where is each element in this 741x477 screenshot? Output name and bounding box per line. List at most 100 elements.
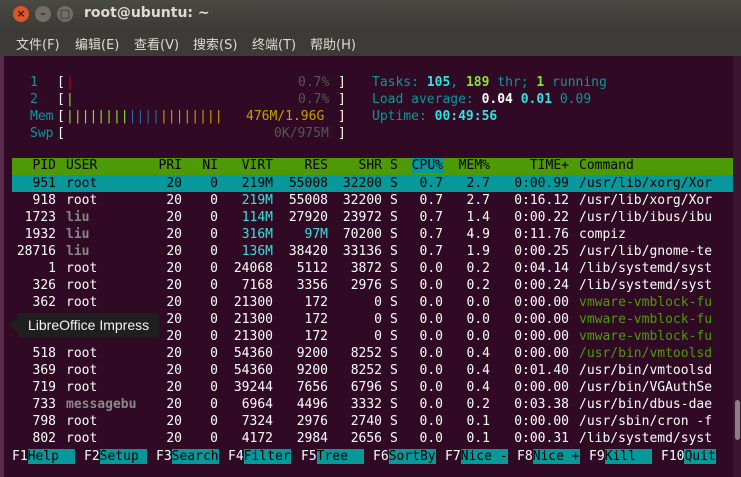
res-cell: 97M — [304, 227, 328, 242]
mem-cell: 2.7 — [466, 193, 490, 208]
menu-help[interactable]: 帮助(H) — [310, 34, 356, 53]
fkey-f8[interactable]: F8Nice + — [517, 448, 580, 465]
fkey-label: Help — [27, 449, 75, 464]
ni-cell: 0 — [210, 176, 218, 191]
state-cell: S — [390, 193, 398, 208]
menu-view[interactable]: 查看(V) — [134, 34, 179, 53]
terminal-area[interactable]: 1 [ | 0.7% ] 2 [ | 0.7% ] Mem [ ||||||||… — [0, 56, 733, 477]
window-titlebar: × – □ root@ubuntu: ~ — [0, 0, 741, 28]
shr-cell: 0 — [374, 329, 382, 344]
cpu2-value: 0.7% — [298, 92, 330, 107]
process-row[interactable]: 1723 liu 20 0 114M 27920 23972 S 0.7 1.4 0:00.22/u… — [12, 209, 733, 226]
process-row[interactable]: 719 root 20 0 39244 7656 6796 S 0.0 0.4 0:00.00/us… — [12, 379, 733, 396]
time-cell: 0:00.00 — [514, 312, 569, 327]
fkey-f1[interactable]: F1Help — [12, 448, 75, 465]
fkey-f5[interactable]: F5Tree — [301, 448, 364, 465]
cpu-cell: 0.0 — [419, 295, 443, 310]
menu-edit[interactable]: 编辑(E) — [75, 34, 119, 53]
time-cell: 0:11.76 — [514, 227, 569, 242]
process-row[interactable]: 798 root 20 0 7324 2976 2740 S 0.0 0.1 0:00.00/usr… — [12, 413, 733, 430]
pid-cell: 798 — [32, 414, 56, 429]
res-cell: 9200 — [296, 346, 328, 361]
menubar: 文件(F) 编辑(E) 查看(V) 搜索(S) 终端(T) 帮助(H) — [0, 28, 741, 56]
command-cell: /usr/bin/vmtoolsd — [579, 363, 713, 378]
fkey-f7[interactable]: F7Nice - — [445, 448, 508, 465]
fkey-f2[interactable]: F2Setup — [84, 448, 147, 465]
process-row[interactable]: 1932 liu 20 0 316M 97M 70200 S 0.7 4.9 0:11.76 comp… — [12, 226, 733, 243]
process-row[interactable]: 733 messagebu 20 0 6964 4496 3332 S 0.0 0.2 0:03.3… — [12, 396, 733, 413]
pid-cell: 1723 — [24, 210, 56, 225]
shr-cell: 0 — [374, 312, 382, 327]
swp-label: Swp — [30, 126, 54, 141]
process-row[interactable]: 802 root 20 0 4172 2984 2656 S 0.0 0.1 0:00.31/lib… — [12, 430, 733, 447]
process-row[interactable]: 1 root 20 0 24068 5112 3872 S 0.0 0.2 0:04.14/lib/… — [12, 260, 733, 277]
process-row[interactable]: 518 root 20 0 54360 9200 8252 S 0.0 0.4 0:00.00/us… — [12, 345, 733, 362]
shr-cell: 6796 — [350, 380, 382, 395]
cpu-cell: 0.7 — [419, 176, 443, 191]
ni-cell: 0 — [210, 244, 218, 259]
process-row[interactable]: 28716 liu 20 0 136M 38420 33136 S 0.7 1.9 0:00.25 /… — [12, 243, 733, 260]
command-cell: vmware-vmblock-fu — [579, 295, 713, 310]
user-cell: messagebu — [66, 397, 137, 412]
fkey-number: F1 — [12, 449, 28, 464]
swp-value: 0K/975M — [274, 126, 329, 141]
column-header-command: Command — [579, 158, 634, 173]
mem-label: Mem — [30, 109, 54, 124]
command-cell: vmware-vmblock-fu — [579, 312, 713, 327]
scrollbar-thumb[interactable] — [735, 400, 740, 440]
fkey-number: F2 — [84, 449, 100, 464]
fkey-number: F10 — [661, 449, 685, 464]
process-row[interactable]: 918 root 20 0 219M 55008 32200 S 0.7 2.7 0:16.12/u… — [12, 192, 733, 209]
command-cell: /usr/lib/xorg/Xor — [579, 193, 713, 208]
cpu-cell: 0.0 — [419, 278, 443, 293]
process-row[interactable]: 362 root 20 0 21300 172 0 S 0.0 0.0 0:00.00 vmware-… — [12, 294, 733, 311]
process-row[interactable]: 326 root 20 0 7168 3356 2976 S 0.0 0.2 0:00.24/lib… — [12, 277, 733, 294]
fkey-number: F3 — [156, 449, 172, 464]
command-cell: /usr/lib/xorg/Xor — [579, 176, 713, 191]
process-row[interactable]: 369 root 20 0 54360 9200 8252 S 0.0 0.4 0:01.40/us… — [12, 362, 733, 379]
time-cell: 0:03.38 — [514, 397, 569, 412]
fkey-f10[interactable]: F10Quit — [661, 448, 716, 465]
load-average: Load average: 0.04 0.01 0.09 — [372, 92, 592, 107]
pri-cell: 20 — [166, 244, 182, 259]
menu-terminal[interactable]: 终端(T) — [252, 34, 296, 53]
res-cell: 2984 — [296, 431, 328, 446]
virt-cell: 7168 — [241, 278, 273, 293]
fkey-f3[interactable]: F3Search — [156, 448, 219, 465]
state-cell: S — [390, 210, 398, 225]
pid-cell: 362 — [32, 295, 56, 310]
shr-cell: 2976 — [350, 278, 382, 293]
shr-cell: 70200 — [342, 227, 382, 242]
ni-cell: 0 — [210, 261, 218, 276]
ni-cell: 0 — [210, 193, 218, 208]
maximize-window-button[interactable]: □ — [57, 6, 73, 22]
virt-cell: 316M — [241, 227, 273, 242]
mem-cell: 4.9 — [466, 227, 490, 242]
fkey-label: Nice - — [460, 449, 508, 464]
virt-cell: 21300 — [233, 329, 273, 344]
cpu2-bar: | — [66, 92, 74, 107]
fkey-f6[interactable]: F6SortBy — [373, 448, 436, 465]
shr-cell: 32200 — [342, 193, 382, 208]
command-cell: /usr/sbin/cron -f — [579, 414, 713, 429]
user-cell: root — [66, 346, 98, 361]
time-cell: 0:00.00 — [514, 329, 569, 344]
state-cell: S — [390, 414, 398, 429]
res-cell: 55008 — [288, 193, 328, 208]
close-window-button[interactable]: × — [13, 6, 29, 22]
menu-file[interactable]: 文件(F) — [16, 34, 60, 53]
fkey-f4[interactable]: F4Filter — [228, 448, 291, 465]
mem-cell: 0.1 — [466, 431, 490, 446]
pid-cell: 369 — [32, 363, 56, 378]
shr-cell: 0 — [374, 295, 382, 310]
uptime: Uptime: 00:49:56 — [372, 109, 498, 124]
state-cell: S — [390, 363, 398, 378]
res-cell: 5112 — [296, 261, 328, 276]
minimize-window-button[interactable]: – — [35, 6, 51, 22]
process-row[interactable]: 951 root 20 0 219M 55008 32200 S 0.7 2.7 0:00.99/u… — [12, 175, 733, 192]
menu-search[interactable]: 搜索(S) — [193, 34, 237, 53]
fkey-f9[interactable]: F9Kill — [589, 448, 652, 465]
shr-cell: 3332 — [350, 397, 382, 412]
user-cell: root — [66, 414, 98, 429]
res-cell: 38420 — [288, 244, 328, 259]
